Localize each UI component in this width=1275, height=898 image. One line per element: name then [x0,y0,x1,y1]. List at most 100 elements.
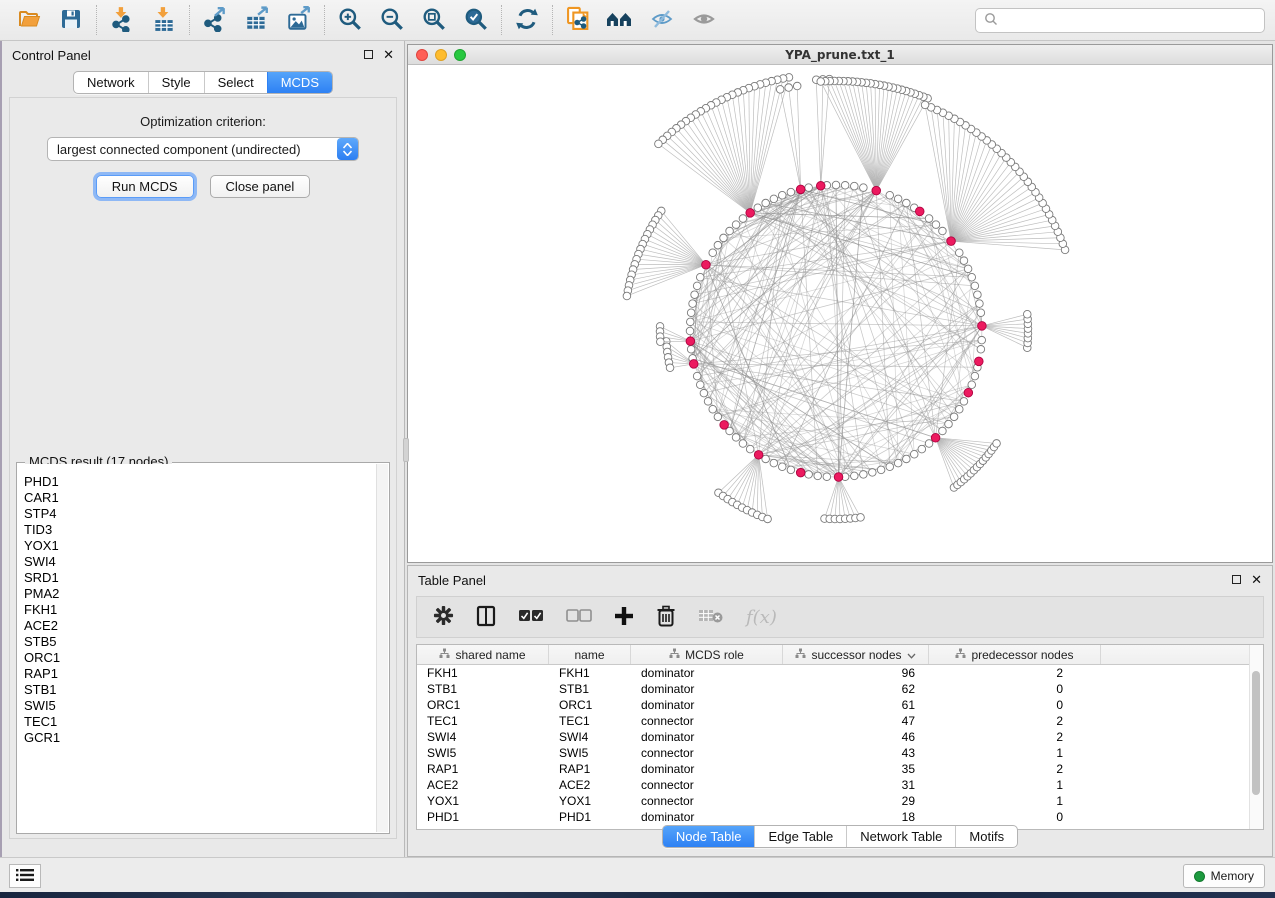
ring-node[interactable] [700,389,708,397]
leaf-node[interactable] [1023,310,1031,318]
leaf-node[interactable] [921,101,929,109]
dominator-node[interactable] [978,322,987,331]
table-row[interactable]: YOX1YOX1connector291 [417,793,1263,809]
window-zoom-button[interactable] [454,49,466,61]
dominator-node[interactable] [689,360,698,369]
ring-node[interactable] [686,318,694,326]
ring-node[interactable] [689,300,697,308]
table-row[interactable]: ORC1ORC1dominator610 [417,697,1263,713]
dominator-node[interactable] [947,237,956,246]
ring-node[interactable] [691,291,699,299]
ring-node[interactable] [960,398,968,406]
ring-node[interactable] [918,445,926,453]
network-graph[interactable] [408,65,1272,562]
ring-node[interactable] [955,405,963,413]
leaf-node[interactable] [655,140,663,148]
ring-node[interactable] [704,398,712,406]
ring-node[interactable] [805,184,813,192]
mcds-result-item[interactable]: TID3 [24,522,376,538]
ring-node[interactable] [903,455,911,463]
dominator-node[interactable] [796,468,805,477]
search-box[interactable] [975,8,1265,33]
export-table-button[interactable] [236,3,278,37]
dominator-node[interactable] [816,181,825,190]
dominator-node[interactable] [872,186,881,195]
tab-edge-table[interactable]: Edge Table [754,826,846,847]
leaf-node[interactable] [764,515,772,523]
ring-node[interactable] [939,227,947,235]
close-panel-button[interactable]: Close panel [210,175,311,198]
ring-node[interactable] [950,413,958,421]
ring-node[interactable] [805,471,813,479]
dominator-node[interactable] [746,209,755,218]
ring-node[interactable] [910,450,918,458]
ring-node[interactable] [787,466,795,474]
float-table-panel-icon[interactable] [1232,575,1241,584]
ring-node[interactable] [778,463,786,471]
mcds-result-item[interactable]: CAR1 [24,490,376,506]
table-scrollbar-thumb[interactable] [1252,671,1260,795]
deselect-all-button[interactable] [566,609,592,626]
ring-node[interactable] [762,199,770,207]
ring-node[interactable] [877,466,885,474]
dominator-node[interactable] [975,357,984,366]
leaf-node[interactable] [657,338,665,346]
ring-node[interactable] [687,345,695,353]
leaf-node[interactable] [623,292,631,300]
ring-node[interactable] [732,434,740,442]
mcds-result-item[interactable]: PMA2 [24,586,376,602]
mcds-result-scrollbar[interactable] [376,464,388,832]
mcds-result-item[interactable]: SWI4 [24,554,376,570]
close-table-panel-icon[interactable]: ✕ [1251,573,1262,586]
export-network-button[interactable] [194,3,236,37]
leaf-node[interactable] [785,84,793,92]
table-settings-button[interactable] [433,605,454,629]
clone-network-button[interactable] [557,3,599,37]
refresh-layout-button[interactable] [506,3,548,37]
ring-node[interactable] [714,241,722,249]
ring-node[interactable] [925,215,933,223]
ring-node[interactable] [894,195,902,203]
ring-node[interactable] [971,372,979,380]
ring-node[interactable] [709,249,717,257]
mcds-result-item[interactable]: SWI5 [24,698,376,714]
ring-node[interactable] [720,234,728,242]
ring-node[interactable] [886,463,894,471]
vertical-splitter-handle[interactable] [403,438,409,462]
export-image-button[interactable] [278,3,320,37]
delete-table-button[interactable] [698,608,724,627]
table-row[interactable]: SWI4SWI4dominator462 [417,729,1263,745]
memory-button[interactable]: Memory [1183,864,1265,888]
zoom-in-button[interactable] [329,3,371,37]
tab-node-table[interactable]: Node Table [663,826,755,847]
show-all-button[interactable] [683,3,725,37]
mcds-result-item[interactable]: SRD1 [24,570,376,586]
add-column-button[interactable] [614,606,634,629]
tab-select[interactable]: Select [204,72,267,93]
mcds-result-item[interactable]: ACE2 [24,618,376,634]
zoom-out-button[interactable] [371,3,413,37]
ring-node[interactable] [860,471,868,479]
column-header-MCDS-role[interactable]: MCDS role [631,645,783,664]
ring-node[interactable] [739,215,747,223]
mcds-result-item[interactable]: GCR1 [24,730,376,746]
ring-node[interactable] [693,372,701,380]
ring-node[interactable] [932,221,940,229]
mcds-result-item[interactable]: ORC1 [24,650,376,666]
mcds-result-item[interactable]: YOX1 [24,538,376,554]
tab-mcds[interactable]: MCDS [267,72,332,93]
hide-selected-button[interactable] [641,3,683,37]
leaf-node[interactable] [857,514,865,522]
table-scrollbar[interactable] [1249,645,1263,829]
dominator-node[interactable] [834,473,843,482]
dominator-node[interactable] [686,337,695,346]
column-header-name[interactable]: name [549,645,631,664]
table-row[interactable]: FKH1FKH1dominator962 [417,665,1263,681]
ring-node[interactable] [823,473,831,481]
ring-node[interactable] [841,181,849,189]
ring-node[interactable] [754,204,762,212]
ring-node[interactable] [770,459,778,467]
ring-node[interactable] [696,273,704,281]
ring-node[interactable] [894,459,902,467]
table-row[interactable]: RAP1RAP1dominator352 [417,761,1263,777]
